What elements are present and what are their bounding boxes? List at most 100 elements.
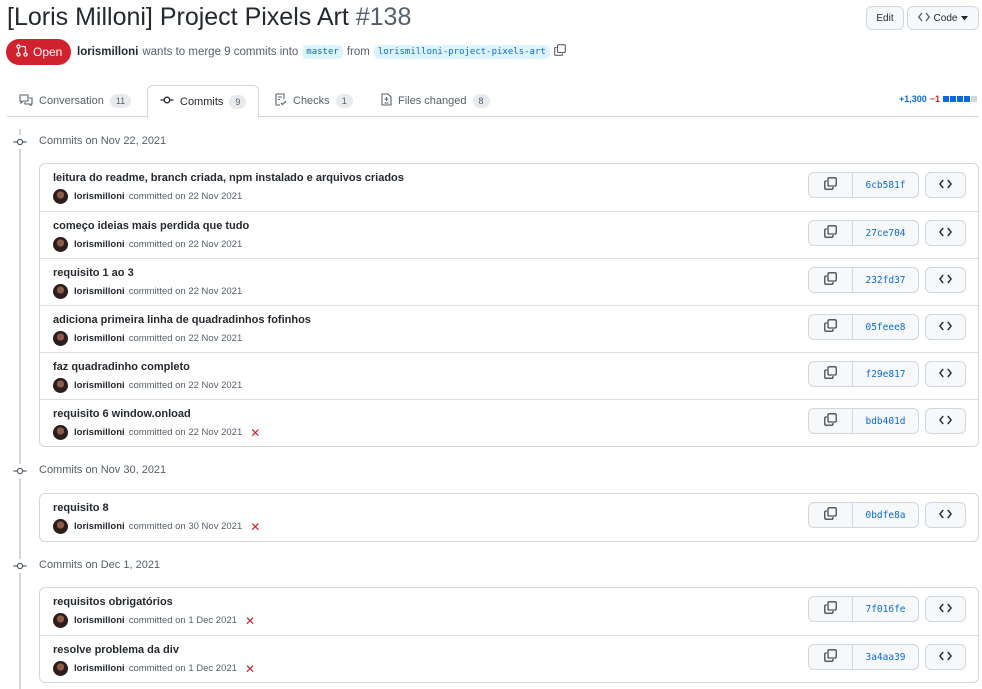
copy-sha-button[interactable]	[809, 645, 853, 669]
commit-date: committed on 22 Nov 2021	[128, 427, 243, 438]
commit-sha-link[interactable]: 7f016fe	[853, 597, 918, 621]
pull-request-icon	[16, 44, 28, 60]
browse-repo-button[interactable]	[925, 220, 966, 246]
avatar[interactable]	[53, 661, 68, 676]
tab-counter: 1	[335, 94, 353, 108]
tab-files-changed[interactable]: Files changed 8	[369, 85, 502, 117]
tab-counter: 11	[109, 94, 132, 108]
base-branch[interactable]: master	[302, 44, 343, 59]
commit-row: requisito 1 ao 3 lorismilloni committed on…	[40, 258, 978, 305]
pr-meta: Open lorismilloni wants to merge 9 commi…	[6, 39, 981, 65]
pr-title-text: [Loris Milloni] Project Pixels Art	[7, 3, 349, 31]
copy-sha-button[interactable]	[809, 362, 853, 386]
chevron-down-icon	[961, 13, 969, 24]
commit-message-link[interactable]: resolve problema da div	[53, 644, 179, 656]
commit-list: requisito 8 lorismilloni committed on 30 N…	[39, 493, 979, 542]
commit-sha-link[interactable]: 05feee8	[853, 315, 918, 339]
copy-sha-button[interactable]	[809, 503, 853, 527]
commit-message-link[interactable]: faz quadradinho completo	[53, 361, 190, 373]
copy-sha-button[interactable]	[809, 597, 853, 621]
tab-label: Files changed	[398, 95, 467, 107]
diffstat: +1,300 −1	[899, 94, 977, 104]
commit-author-link[interactable]: lorismilloni	[74, 380, 125, 391]
merge-text: wants to merge 9 commits into	[142, 45, 299, 58]
commit-group-header: Commits on Dec 1, 2021	[0, 557, 300, 575]
commit-meta: lorismilloni committed on 22 Nov 2021	[53, 189, 242, 204]
commit-message-link[interactable]: requisitos obrigatórios	[53, 596, 173, 608]
commit-author-link[interactable]: lorismilloni	[74, 521, 125, 532]
browse-repo-button[interactable]	[925, 314, 966, 340]
tab-commits[interactable]: Commits 9	[147, 85, 260, 118]
commit-sha-link[interactable]: f29e817	[853, 362, 918, 386]
head-branch[interactable]: lorismilloni-project-pixels-art	[373, 44, 550, 59]
commit-author-link[interactable]: lorismilloni	[74, 615, 125, 626]
commit-sha-link[interactable]: 232fd37	[853, 268, 918, 292]
avatar[interactable]	[53, 378, 68, 393]
copy-icon	[824, 366, 837, 382]
copy-icon	[824, 413, 837, 429]
x-icon[interactable]: ✕	[245, 663, 255, 675]
browse-repo-button[interactable]	[925, 267, 966, 293]
commit-message-link[interactable]: requisito 8	[53, 502, 109, 514]
merge-description: lorismilloni wants to merge 9 commits in…	[77, 44, 566, 59]
commit-meta: lorismilloni committed on 22 Nov 2021	[53, 284, 242, 299]
commit-meta: lorismilloni committed on 1 Dec 2021 ✕	[53, 613, 255, 628]
avatar[interactable]	[53, 189, 68, 204]
avatar[interactable]	[53, 425, 68, 440]
commit-date: committed on 1 Dec 2021	[128, 615, 237, 626]
avatar[interactable]	[53, 613, 68, 628]
browse-repo-button[interactable]	[925, 172, 966, 198]
commit-sha-link[interactable]: 6cb581f	[853, 173, 918, 197]
browse-repo-button[interactable]	[925, 408, 966, 434]
pr-author-link[interactable]: lorismilloni	[77, 46, 138, 58]
avatar[interactable]	[53, 519, 68, 534]
file-diff-icon	[381, 93, 392, 109]
copy-sha-button[interactable]	[809, 315, 853, 339]
commit-sha-group: bdb401d	[808, 408, 919, 434]
commit-date: committed on 1 Dec 2021	[128, 663, 237, 674]
copy-sha-button[interactable]	[809, 221, 853, 245]
commit-sha-link[interactable]: 0bdfe8a	[853, 503, 918, 527]
commit-message-link[interactable]: leitura do readme, branch criada, npm in…	[53, 172, 404, 184]
commit-message-link[interactable]: requisito 6 window.onload	[53, 408, 191, 420]
commit-message-link[interactable]: adiciona primeira linha de quadradinhos …	[53, 314, 311, 326]
browse-repo-button[interactable]	[925, 596, 966, 622]
tab-checks[interactable]: Checks 1	[262, 85, 365, 117]
commit-message-link[interactable]: requisito 1 ao 3	[53, 267, 134, 279]
tab-conversation[interactable]: Conversation 11	[7, 85, 143, 117]
x-icon[interactable]: ✕	[250, 521, 260, 533]
commit-author-link[interactable]: lorismilloni	[74, 333, 125, 344]
commit-author-link[interactable]: lorismilloni	[74, 191, 125, 202]
pr-title: [Loris Milloni] Project Pixels Art #138	[7, 1, 411, 33]
commit-author-link[interactable]: lorismilloni	[74, 663, 125, 674]
avatar[interactable]	[53, 331, 68, 346]
x-icon[interactable]: ✕	[245, 615, 255, 627]
edit-button[interactable]: Edit	[866, 6, 904, 30]
commit-list: leitura do readme, branch criada, npm in…	[39, 163, 979, 447]
avatar[interactable]	[53, 237, 68, 252]
diffstat-additions: +1,300	[898, 94, 927, 104]
commit-group-date: Commits on Nov 30, 2021	[39, 464, 167, 476]
commit-meta: lorismilloni committed on 22 Nov 2021	[53, 331, 242, 346]
copy-sha-button[interactable]	[809, 268, 853, 292]
commit-author-link[interactable]: lorismilloni	[74, 427, 125, 438]
copy-branch-icon[interactable]	[553, 44, 566, 59]
copy-icon	[824, 272, 837, 288]
commit-group-date: Commits on Nov 22, 2021	[39, 135, 167, 147]
x-icon[interactable]: ✕	[250, 427, 260, 439]
avatar[interactable]	[53, 284, 68, 299]
commit-sha-link[interactable]: 3a4aa39	[853, 645, 918, 669]
browse-repo-button[interactable]	[925, 644, 966, 670]
commit-sha-link[interactable]: 27ce704	[853, 221, 918, 245]
commit-author-link[interactable]: lorismilloni	[74, 286, 125, 297]
copy-sha-button[interactable]	[809, 409, 853, 433]
code-button[interactable]: Code	[907, 6, 979, 30]
copy-sha-button[interactable]	[809, 173, 853, 197]
commit-date: committed on 22 Nov 2021	[128, 286, 243, 297]
commit-meta: lorismilloni committed on 22 Nov 2021	[53, 378, 242, 393]
commit-message-link[interactable]: começo ideias mais perdida que tudo	[53, 220, 249, 232]
browse-repo-button[interactable]	[925, 361, 966, 387]
browse-repo-button[interactable]	[925, 502, 966, 528]
commit-author-link[interactable]: lorismilloni	[74, 239, 125, 250]
commit-sha-link[interactable]: bdb401d	[853, 409, 918, 433]
